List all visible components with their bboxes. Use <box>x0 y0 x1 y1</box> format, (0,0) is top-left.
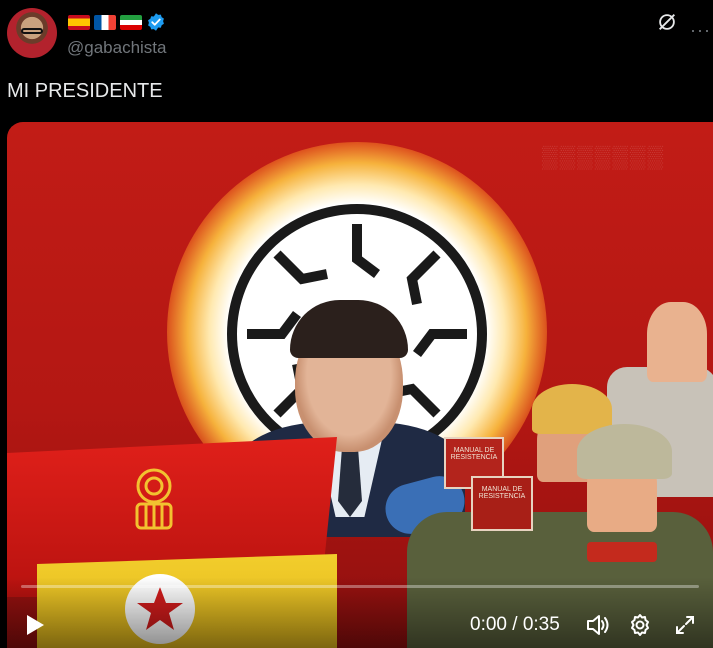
verified-badge-icon <box>148 13 164 31</box>
flag-iran-icon <box>120 14 142 30</box>
green-helmet <box>577 424 672 479</box>
avatar-glasses <box>21 28 43 34</box>
yellow-helmet <box>532 384 612 434</box>
play-icon[interactable] <box>25 614 45 636</box>
avatar[interactable] <box>7 8 57 58</box>
video-controls: 0:00 / 0:35 <box>7 577 713 648</box>
red-collar <box>587 542 657 562</box>
progress-bar[interactable] <box>21 585 699 588</box>
figure-worker-head <box>647 302 707 382</box>
flag-spain-icon <box>68 14 90 30</box>
more-options-icon[interactable]: ··· <box>690 20 711 41</box>
fullscreen-icon[interactable] <box>675 615 695 635</box>
video-player[interactable]: ▒▒▒▒▒▒▒ MANUAL DE RESISTENCIA MANUAL DE … <box>7 122 713 648</box>
grok-icon[interactable] <box>656 11 678 33</box>
book-manual-2: MANUAL DE RESISTENCIA <box>471 476 533 531</box>
settings-gear-icon[interactable] <box>628 613 652 637</box>
video-time: 0:00 / 0:35 <box>470 614 560 635</box>
rose-fist-emblem-icon <box>135 468 173 530</box>
post-header: @gabachista ··· <box>0 0 713 70</box>
volume-icon[interactable] <box>585 613 611 637</box>
post-text: MI PRESIDENTE <box>7 80 163 102</box>
video-watermark: ▒▒▒▒▒▒▒ <box>542 144 666 169</box>
flag-france-icon <box>94 14 116 30</box>
user-handle[interactable]: @gabachista <box>67 38 167 58</box>
display-name-flags[interactable] <box>68 12 166 32</box>
